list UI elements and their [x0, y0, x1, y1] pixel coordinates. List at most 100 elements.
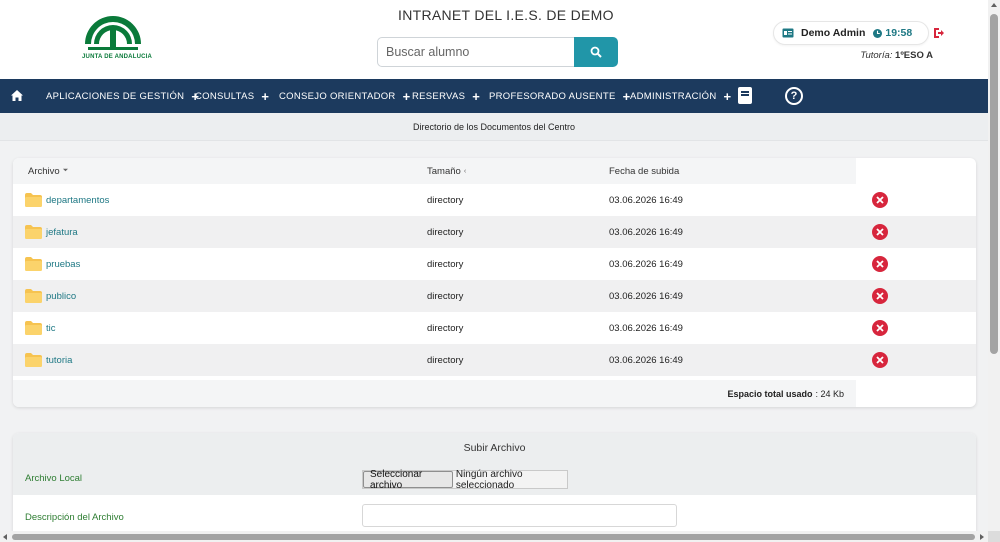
size-cell: directory — [427, 322, 464, 334]
table-header: Archivo ⏷ Tamaño ‹ Fecha de subida — [13, 158, 856, 184]
folder-link[interactable]: jefatura — [46, 216, 78, 248]
total-space: Espacio total usado : 24 Kb — [13, 380, 856, 407]
logout-icon[interactable] — [933, 27, 945, 39]
size-cell: directory — [427, 226, 464, 238]
plus-icon: + — [261, 88, 270, 104]
user-info[interactable]: Demo Admin 19:58 — [773, 21, 929, 45]
header-label: Fecha de subida — [609, 165, 680, 177]
tutoria-value: 1ºESO A — [895, 50, 933, 61]
documents-table: Archivo ⏷ Tamaño ‹ Fecha de subida depar… — [13, 158, 976, 407]
table-row: tic directory 03.06.2026 16:49 — [13, 312, 976, 344]
file-status: Ningún archivo seleccionado — [455, 468, 523, 491]
folder-link[interactable]: tutoria — [46, 344, 72, 376]
column-header-fecha[interactable]: Fecha de subida — [609, 158, 679, 184]
search-button[interactable] — [574, 37, 618, 67]
table-row: pruebas directory 03.06.2026 16:49 — [13, 248, 976, 280]
date-cell: 03.06.2026 16:49 — [609, 258, 683, 270]
upload-form: Subir Archivo Archivo Local Seleccionar … — [13, 433, 976, 542]
site-title: INTRANET DEL I.E.S. DE DEMO — [398, 7, 614, 23]
column-header-archivo[interactable]: Archivo ⏷ — [28, 158, 68, 184]
sort-filter-icon: ⏷ — [62, 167, 69, 174]
nav-aplicaciones-de-gestion[interactable]: APLICACIONES DE GESTIÓN + — [46, 79, 199, 113]
scroll-left-icon[interactable] — [3, 534, 7, 540]
scroll-right-icon[interactable] — [980, 534, 984, 540]
search-icon — [590, 46, 602, 58]
table-row: jefatura directory 03.06.2026 16:49 — [13, 216, 976, 248]
header: JUNTA DE ANDALUCIA INTRANET DEL I.E.S. D… — [0, 0, 988, 79]
scroll-up-icon[interactable] — [991, 3, 997, 7]
logo-text: JUNTA DE ANDALUCIA — [82, 54, 153, 60]
nav-label: ADMINISTRACIÓN — [630, 90, 717, 102]
delete-icon[interactable] — [872, 192, 888, 208]
horizontal-scrollbar[interactable] — [0, 531, 988, 542]
folder-link[interactable]: departamentos — [46, 184, 109, 216]
book-icon[interactable] — [738, 87, 752, 104]
nav-label: PROFESORADO AUSENTE — [489, 90, 616, 102]
size-cell: directory — [427, 354, 464, 366]
nav-label: CONSULTAS — [195, 90, 255, 102]
folder-icon — [25, 257, 42, 271]
help-icon[interactable]: ? — [785, 87, 803, 105]
nav-consultas[interactable]: CONSULTAS + — [195, 79, 269, 113]
archivo-local-label: Archivo Local — [25, 473, 83, 484]
total-space-value: : 24 Kb — [815, 388, 844, 399]
description-label: Descripción del Archivo — [25, 512, 124, 523]
date-cell: 03.06.2026 16:49 — [609, 322, 683, 334]
clock-time: 19:58 — [885, 27, 913, 39]
delete-icon[interactable] — [872, 256, 888, 272]
plus-icon: + — [723, 88, 732, 104]
nav-label: APLICACIONES DE GESTIÓN — [46, 90, 185, 102]
sort-arrow-icon: ‹ — [463, 167, 467, 175]
nav-label: RESERVAS — [412, 90, 466, 102]
folder-icon — [25, 353, 42, 367]
plus-icon: + — [402, 88, 411, 104]
total-space-label: Espacio total usado — [727, 388, 813, 399]
folder-link[interactable]: tic — [46, 312, 56, 344]
horizontal-scroll-thumb[interactable] — [12, 534, 975, 540]
header-label: Archivo — [28, 165, 60, 177]
delete-icon[interactable] — [872, 352, 888, 368]
folder-icon — [25, 225, 42, 239]
nav-profesorado-ausente[interactable]: PROFESORADO AUSENTE + — [489, 79, 631, 113]
scrollbar-corner — [988, 531, 1000, 542]
folder-icon — [25, 321, 42, 335]
home-icon[interactable] — [11, 90, 23, 101]
size-cell: directory — [427, 194, 464, 206]
nav-label: CONSEJO ORIENTADOR — [279, 90, 396, 102]
page-subtitle: Directorio de los Documentos del Centro — [0, 113, 988, 141]
header-label: Tamaño — [427, 165, 461, 177]
main-navbar: APLICACIONES DE GESTIÓN + CONSULTAS + CONS… — [0, 79, 988, 113]
size-cell: directory — [427, 258, 464, 270]
nav-consejo-orientador[interactable]: CONSEJO ORIENTADOR + — [279, 79, 411, 113]
nav-administracion[interactable]: ADMINISTRACIÓN + — [630, 79, 731, 113]
description-input[interactable] — [362, 504, 677, 527]
user-name: Demo Admin — [801, 27, 866, 39]
size-cell: directory — [427, 290, 464, 302]
tutoria-info: Tutoría: 1ºESO A — [860, 50, 933, 61]
table-row: publico directory 03.06.2026 16:49 — [13, 280, 976, 312]
plus-icon: + — [472, 88, 481, 104]
folder-icon — [25, 193, 42, 207]
nav-reservas[interactable]: RESERVAS + — [412, 79, 480, 113]
id-card-icon — [782, 28, 794, 38]
date-cell: 03.06.2026 16:49 — [609, 194, 683, 206]
delete-icon[interactable] — [872, 320, 888, 336]
clock: 19:58 — [873, 27, 912, 39]
upload-file-row: Archivo Local Seleccionar archivo Ningún… — [13, 463, 976, 495]
main-content: Directorio de los Documentos del Centro … — [0, 113, 988, 542]
delete-icon[interactable] — [872, 288, 888, 304]
file-input[interactable]: Seleccionar archivo Ningún archivo selec… — [362, 468, 568, 491]
clock-icon — [873, 28, 883, 38]
column-header-tamano[interactable]: Tamaño ‹ — [427, 158, 466, 184]
date-cell: 03.06.2026 16:49 — [609, 226, 683, 238]
table-row: departamentos directory 03.06.2026 16:49 — [13, 184, 976, 216]
choose-file-button[interactable]: Seleccionar archivo — [363, 469, 453, 491]
vertical-scrollbar[interactable] — [988, 0, 1000, 542]
date-cell: 03.06.2026 16:49 — [609, 290, 683, 302]
search-input[interactable] — [377, 37, 575, 67]
folder-link[interactable]: pruebas — [46, 248, 80, 280]
delete-icon[interactable] — [872, 224, 888, 240]
folder-icon — [25, 289, 42, 303]
folder-link[interactable]: publico — [46, 280, 76, 312]
vertical-scroll-thumb[interactable] — [990, 14, 998, 354]
